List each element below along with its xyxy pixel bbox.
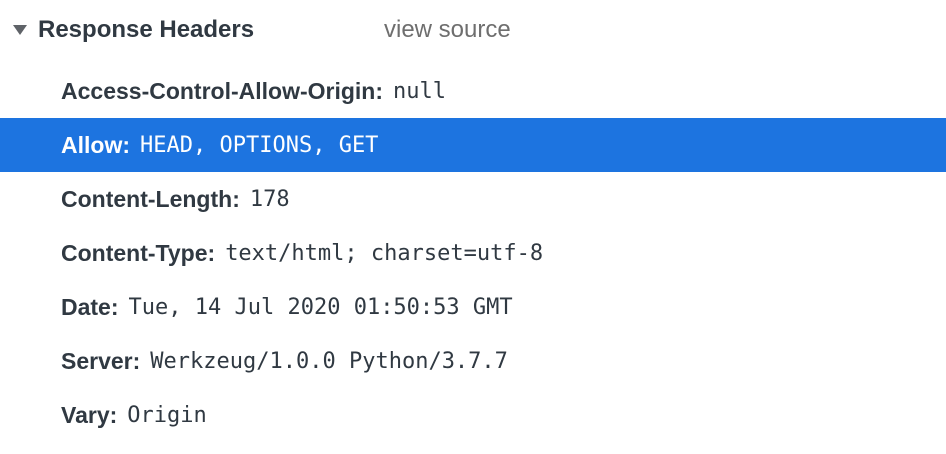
header-value: Tue, 14 Jul 2020 01:50:53 GMT bbox=[128, 294, 513, 320]
header-row[interactable]: Vary: Origin bbox=[0, 388, 946, 442]
header-colon: : bbox=[110, 293, 119, 320]
header-name: Content-Length bbox=[61, 185, 233, 212]
triangle-down-icon[interactable] bbox=[13, 25, 27, 35]
header-row[interactable]: Date: Tue, 14 Jul 2020 01:50:53 GMT bbox=[0, 280, 946, 334]
header-name: Server bbox=[61, 347, 133, 374]
header-row[interactable]: Server: Werkzeug/1.0.0 Python/3.7.7 bbox=[0, 334, 946, 388]
header-value: text/html; charset=utf-8 bbox=[225, 240, 544, 266]
response-headers-panel: Response Headers view source Access-Cont… bbox=[0, 0, 946, 454]
header-row[interactable]: Content-Type: text/html; charset=utf-8 bbox=[0, 226, 946, 280]
header-name: Date bbox=[61, 293, 111, 320]
header-value: null bbox=[393, 78, 447, 104]
header-value: Werkzeug/1.0.0 Python/3.7.7 bbox=[150, 348, 508, 374]
header-value: HEAD, OPTIONS, GET bbox=[140, 132, 379, 158]
header-colon: : bbox=[207, 239, 216, 266]
header-value: 178 bbox=[249, 186, 290, 212]
view-source-link[interactable]: view source bbox=[384, 13, 511, 47]
header-name: Allow bbox=[61, 131, 123, 158]
header-colon: : bbox=[375, 77, 384, 104]
header-list: Access-Control-Allow-Origin: null Allow: H… bbox=[0, 64, 946, 442]
header-colon: : bbox=[109, 401, 118, 428]
section-title[interactable]: Response Headers bbox=[38, 13, 254, 47]
header-name: Vary bbox=[61, 401, 110, 428]
header-name: Access-Control-Allow-Origin bbox=[61, 77, 376, 104]
header-colon: : bbox=[122, 131, 131, 158]
header-row[interactable]: Content-Length:178 bbox=[0, 172, 946, 226]
header-row[interactable]: Allow: HEAD, OPTIONS, GET bbox=[0, 118, 946, 172]
header-colon: : bbox=[232, 185, 240, 212]
header-row[interactable]: Access-Control-Allow-Origin: null bbox=[0, 64, 946, 118]
response-headers-section-header[interactable]: Response Headers view source bbox=[0, 0, 946, 60]
header-name: Content-Type bbox=[61, 239, 208, 266]
header-value: Origin bbox=[127, 402, 207, 428]
header-colon: : bbox=[132, 347, 141, 374]
